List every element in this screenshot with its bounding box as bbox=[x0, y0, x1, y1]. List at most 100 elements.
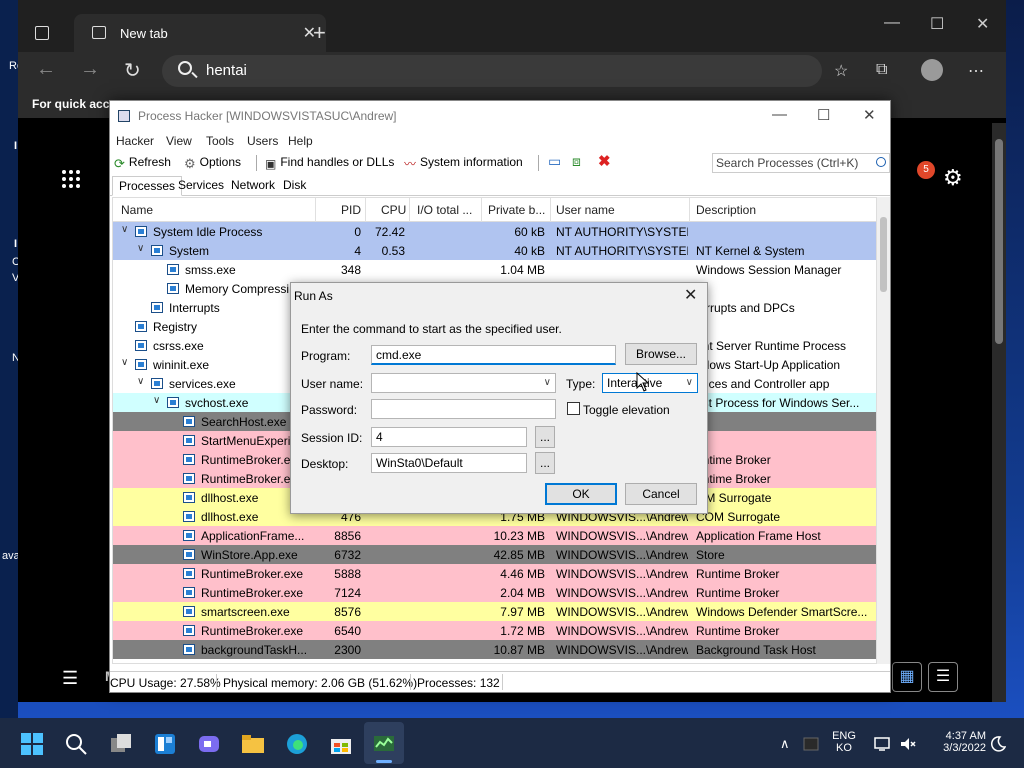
show-window-icon[interactable]: ▭ bbox=[548, 153, 561, 170]
process-row[interactable]: smss.exe 348 1.04 MB Windows Session Manage… bbox=[113, 260, 876, 279]
tab-disk[interactable]: Disk bbox=[277, 176, 312, 196]
input-language-indicator[interactable]: ENG KO bbox=[830, 730, 858, 754]
expand-chevron-icon[interactable]: ∨ bbox=[121, 357, 128, 368]
process-row[interactable]: smartscreen.exe 8576 7.97 MB WINDOWSVIS...\… bbox=[113, 602, 876, 621]
toggle-elevation-label[interactable]: Toggle elevation bbox=[583, 403, 670, 417]
notifications-moon-icon[interactable] bbox=[990, 736, 1006, 752]
show-hidden-icons-chevron-icon[interactable]: ∧ bbox=[780, 736, 790, 752]
options-gear-icon: ⚙ bbox=[184, 156, 196, 171]
session-id-input[interactable]: 4 bbox=[371, 427, 527, 447]
password-input[interactable] bbox=[371, 399, 556, 419]
process-row[interactable]: ∨ System Idle Process 0 72.42 60 kB NT AUTHOR… bbox=[113, 222, 876, 241]
close-icon[interactable]: ✕ bbox=[976, 14, 989, 34]
options-button[interactable]: ⚙ Options bbox=[184, 155, 241, 171]
session-picker-button[interactable]: ... bbox=[535, 426, 555, 448]
desktop-input[interactable]: WinSta0\Default bbox=[371, 453, 527, 473]
process-search-input[interactable]: Search Processes (Ctrl+K) bbox=[712, 153, 890, 173]
menu-view[interactable]: View bbox=[166, 134, 192, 148]
minimize-icon[interactable]: — bbox=[884, 14, 900, 32]
page-scrollbar[interactable] bbox=[992, 123, 1006, 702]
expand-chevron-icon[interactable]: ∨ bbox=[121, 224, 128, 235]
search-icon[interactable] bbox=[64, 732, 88, 756]
page-scrollbar-thumb[interactable] bbox=[995, 139, 1003, 344]
profile-avatar[interactable] bbox=[921, 59, 943, 81]
back-icon[interactable]: ← bbox=[36, 58, 56, 81]
task-view-icon[interactable] bbox=[109, 732, 133, 756]
ok-button[interactable]: OK bbox=[545, 483, 617, 505]
desktop-picker-button[interactable]: ... bbox=[535, 452, 555, 474]
ph-title-bar[interactable]: Process Hacker [WINDOWSVISTASUC\Andrew] … bbox=[110, 101, 890, 131]
tab-services[interactable]: Services bbox=[172, 176, 230, 196]
gear-icon[interactable]: ⚙ bbox=[943, 165, 963, 191]
ph-minimize-icon[interactable]: — bbox=[772, 106, 787, 123]
column-io-total[interactable]: I/O total ... bbox=[417, 203, 472, 217]
menu-tools[interactable]: Tools bbox=[206, 134, 234, 148]
type-combo[interactable]: Interactive ∨ bbox=[602, 373, 698, 393]
process-list-scrollbar-thumb[interactable] bbox=[880, 217, 887, 292]
process-list-scrollbar[interactable] bbox=[877, 197, 890, 664]
menu-users[interactable]: Users bbox=[247, 134, 278, 148]
store-icon[interactable] bbox=[329, 732, 353, 756]
address-bar[interactable]: hentai bbox=[162, 55, 822, 87]
process-row[interactable]: WinStore.App.exe 6732 42.85 MB WINDOWSVIS..… bbox=[113, 545, 876, 564]
menu-help[interactable]: Help bbox=[288, 134, 313, 148]
process-row[interactable]: RuntimeBroker.exe 7124 2.04 MB WINDOWSVIS..… bbox=[113, 583, 876, 602]
browse-button[interactable]: Browse... bbox=[625, 343, 697, 365]
terminate-icon[interactable]: ✖ bbox=[598, 152, 611, 170]
address-input[interactable]: hentai bbox=[206, 62, 247, 79]
notification-badge[interactable]: 5 bbox=[917, 161, 935, 179]
process-row[interactable]: backgroundTaskH... 2300 10.87 MB WINDOWSVIS… bbox=[113, 640, 876, 659]
refresh-button[interactable]: ⟳ Refresh bbox=[114, 155, 171, 171]
process-hacker-taskbar-button[interactable] bbox=[364, 722, 404, 764]
find-handles-button[interactable]: ▣ Find handles or DLLs bbox=[265, 155, 394, 171]
collections-icon[interactable]: ⧉ bbox=[876, 61, 887, 79]
column-name[interactable]: Name bbox=[121, 203, 153, 217]
apps-launcher-icon[interactable] bbox=[62, 170, 82, 190]
forward-icon[interactable]: → bbox=[80, 58, 100, 81]
ph-maximize-icon[interactable]: ☐ bbox=[817, 106, 830, 124]
list-view-icon[interactable]: ☰ bbox=[928, 662, 958, 692]
ph-close-icon[interactable]: ✕ bbox=[863, 106, 876, 124]
clock[interactable]: 4:37 AM 3/3/2022 bbox=[924, 730, 986, 754]
tab-new-tab[interactable]: New tab ✕ bbox=[74, 14, 326, 52]
widgets-icon[interactable] bbox=[153, 732, 177, 756]
start-windows-icon[interactable] bbox=[20, 732, 44, 756]
process-row[interactable]: ∨ System 4 0.53 40 kB NT AUTHORITY\SYSTEM NT K… bbox=[113, 241, 876, 260]
process-row[interactable]: ApplicationFrame... 8856 10.23 MB WINDOWSVI… bbox=[113, 526, 876, 545]
tab-network[interactable]: Network bbox=[225, 176, 281, 196]
ph-app-icon bbox=[118, 110, 130, 122]
system-info-button[interactable]: 〰 System information bbox=[404, 155, 523, 171]
favorites-icon[interactable]: ☆ bbox=[834, 61, 848, 81]
process-row[interactable]: RuntimeBroker.exe 5888 4.46 MB WINDOWSVIS..… bbox=[113, 564, 876, 583]
column-user-name[interactable]: User name bbox=[556, 203, 615, 217]
column-description[interactable]: Description bbox=[696, 203, 756, 217]
menu-icon[interactable]: ☰ bbox=[62, 668, 78, 689]
new-tab-icon[interactable]: + bbox=[313, 20, 326, 46]
network-icon[interactable] bbox=[873, 735, 891, 753]
toggle-elevation-checkbox[interactable] bbox=[567, 402, 580, 415]
dialog-close-icon[interactable]: ✕ bbox=[684, 285, 697, 305]
find-window-icon[interactable]: ⧈ bbox=[572, 153, 581, 170]
process-name: ApplicationFrame... bbox=[201, 529, 305, 543]
tab-actions-icon[interactable] bbox=[35, 26, 49, 40]
grid-view-icon[interactable]: ▦ bbox=[892, 662, 922, 692]
username-combo[interactable]: ∨ bbox=[371, 373, 556, 393]
volume-muted-icon[interactable] bbox=[899, 735, 917, 753]
expand-chevron-icon[interactable]: ∨ bbox=[137, 376, 144, 387]
column-cpu[interactable]: CPU bbox=[381, 203, 406, 217]
menu-hacker[interactable]: Hacker bbox=[116, 134, 154, 148]
expand-chevron-icon[interactable]: ∨ bbox=[137, 243, 144, 254]
chat-icon[interactable] bbox=[197, 732, 221, 756]
file-explorer-icon[interactable] bbox=[241, 732, 265, 756]
column-private-bytes[interactable]: Private b... bbox=[488, 203, 545, 217]
tray-app-icon[interactable] bbox=[803, 736, 819, 752]
process-row[interactable]: RuntimeBroker.exe 6540 1.72 MB WINDOWSVIS..… bbox=[113, 621, 876, 640]
cancel-button[interactable]: Cancel bbox=[625, 483, 697, 505]
more-options-icon[interactable]: ⋯ bbox=[968, 61, 984, 81]
maximize-icon[interactable]: ☐ bbox=[930, 14, 944, 34]
refresh-icon[interactable]: ↻ bbox=[124, 58, 141, 83]
column-pid[interactable]: PID bbox=[341, 203, 361, 217]
edge-browser-icon[interactable] bbox=[285, 732, 309, 756]
program-input[interactable]: cmd.exe bbox=[371, 345, 616, 365]
expand-chevron-icon[interactable]: ∨ bbox=[153, 395, 160, 406]
